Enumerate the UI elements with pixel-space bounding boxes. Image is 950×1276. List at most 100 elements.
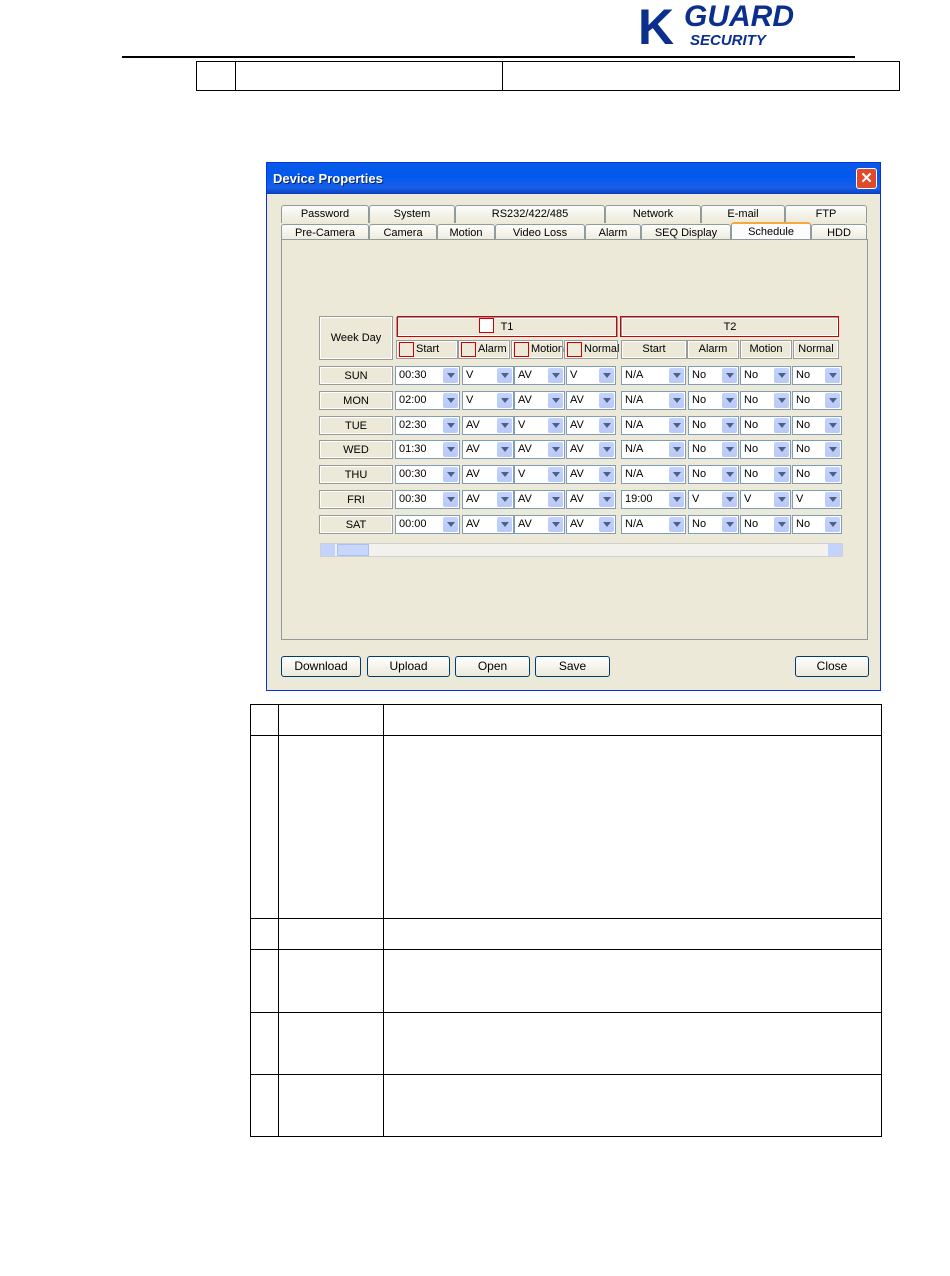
- t1-alarm-select-sun[interactable]: V: [462, 366, 514, 385]
- t1-alarm-select-mon[interactable]: V: [462, 390, 514, 410]
- t1-normal-select-mon[interactable]: AV: [566, 390, 616, 410]
- t2-normal-select-sat[interactable]: No: [792, 514, 842, 534]
- chevron-down-icon[interactable]: [497, 417, 512, 433]
- t1-normal-select-sun[interactable]: V: [566, 366, 616, 385]
- chevron-down-icon[interactable]: [774, 368, 789, 383]
- t1-normal-select-wed[interactable]: AV: [566, 440, 616, 460]
- t1-motion-select-thu[interactable]: V: [514, 465, 565, 485]
- chevron-down-icon[interactable]: [443, 368, 458, 383]
- t2-normal-select-sun[interactable]: No: [792, 366, 842, 385]
- chevron-down-icon[interactable]: [548, 516, 563, 532]
- t2-motion-select-mon[interactable]: No: [740, 390, 791, 410]
- t1-normal-select-thu[interactable]: AV: [566, 465, 616, 485]
- t2-normal-select-mon[interactable]: No: [792, 390, 842, 410]
- chevron-down-icon[interactable]: [669, 516, 684, 532]
- chevron-down-icon[interactable]: [548, 442, 563, 458]
- tab-system[interactable]: System: [369, 205, 455, 223]
- chevron-down-icon[interactable]: [722, 492, 737, 507]
- chevron-down-icon[interactable]: [497, 392, 512, 408]
- chevron-down-icon[interactable]: [825, 442, 840, 458]
- chevron-down-icon[interactable]: [443, 467, 458, 483]
- chevron-down-icon[interactable]: [669, 467, 684, 483]
- t1-start-select-thu[interactable]: 00:30: [395, 465, 460, 485]
- chevron-down-icon[interactable]: [825, 368, 840, 383]
- close-icon[interactable]: ✕: [856, 168, 877, 189]
- t2-start-select-mon[interactable]: N/A: [621, 390, 686, 410]
- chevron-down-icon[interactable]: [669, 417, 684, 433]
- download-button[interactable]: Download: [281, 656, 361, 677]
- t2-start-select-fri[interactable]: 19:00: [621, 490, 686, 509]
- chevron-down-icon[interactable]: [722, 467, 737, 483]
- chevron-down-icon[interactable]: [497, 442, 512, 458]
- tab-network[interactable]: Network: [605, 205, 701, 223]
- chevron-down-icon[interactable]: [774, 392, 789, 408]
- chevron-down-icon[interactable]: [722, 417, 737, 433]
- chevron-down-icon[interactable]: [497, 492, 512, 507]
- t1-alarm-select-fri[interactable]: AV: [462, 490, 514, 509]
- chevron-down-icon[interactable]: [599, 442, 614, 458]
- chevron-down-icon[interactable]: [599, 368, 614, 383]
- t2-start-select-wed[interactable]: N/A: [621, 440, 686, 460]
- chevron-down-icon[interactable]: [669, 392, 684, 408]
- t2-normal-select-wed[interactable]: No: [792, 440, 842, 460]
- t1-normal-select-tue[interactable]: AV: [566, 415, 616, 435]
- t1-alarm-select-wed[interactable]: AV: [462, 440, 514, 460]
- t2-start-select-sat[interactable]: N/A: [621, 514, 686, 534]
- open-button[interactable]: Open: [455, 656, 530, 677]
- chevron-down-icon[interactable]: [443, 442, 458, 458]
- tab-rs232-422-485[interactable]: RS232/422/485: [455, 205, 605, 223]
- t2-alarm-select-sun[interactable]: No: [688, 366, 739, 385]
- chevron-down-icon[interactable]: [443, 492, 458, 507]
- t2-alarm-select-sat[interactable]: No: [688, 514, 739, 534]
- chevron-down-icon[interactable]: [443, 516, 458, 532]
- t1-normal-select-sat[interactable]: AV: [566, 514, 616, 534]
- chevron-down-icon[interactable]: [497, 467, 512, 483]
- t2-alarm-select-thu[interactable]: No: [688, 465, 739, 485]
- chevron-down-icon[interactable]: [548, 492, 563, 507]
- t2-alarm-select-mon[interactable]: No: [688, 390, 739, 410]
- t1-motion-select-sun[interactable]: AV: [514, 366, 565, 385]
- t2-start-select-sun[interactable]: N/A: [621, 366, 686, 385]
- close-button[interactable]: Close: [795, 656, 869, 677]
- chevron-down-icon[interactable]: [722, 368, 737, 383]
- save-button[interactable]: Save: [535, 656, 610, 677]
- chevron-down-icon[interactable]: [548, 392, 563, 408]
- chevron-down-icon[interactable]: [774, 516, 789, 532]
- chevron-down-icon[interactable]: [599, 467, 614, 483]
- horizontal-scrollbar[interactable]: [320, 543, 843, 557]
- tab-password[interactable]: Password: [281, 205, 369, 223]
- chevron-down-icon[interactable]: [443, 417, 458, 433]
- t1-motion-select-mon[interactable]: AV: [514, 390, 565, 410]
- scroll-left-icon[interactable]: [321, 544, 335, 556]
- t2-start-select-thu[interactable]: N/A: [621, 465, 686, 485]
- chevron-down-icon[interactable]: [669, 492, 684, 507]
- t1-start-select-sun[interactable]: 00:30: [395, 366, 460, 385]
- chevron-down-icon[interactable]: [497, 368, 512, 383]
- chevron-down-icon[interactable]: [599, 492, 614, 507]
- tab-e-mail[interactable]: E-mail: [701, 205, 785, 223]
- t2-alarm-select-fri[interactable]: V: [688, 490, 739, 509]
- chevron-down-icon[interactable]: [599, 516, 614, 532]
- chevron-down-icon[interactable]: [548, 368, 563, 383]
- t2-alarm-select-tue[interactable]: No: [688, 415, 739, 435]
- chevron-down-icon[interactable]: [443, 392, 458, 408]
- chevron-down-icon[interactable]: [497, 516, 512, 532]
- t2-motion-select-sat[interactable]: No: [740, 514, 791, 534]
- t1-motion-select-tue[interactable]: V: [514, 415, 565, 435]
- chevron-down-icon[interactable]: [599, 392, 614, 408]
- chevron-down-icon[interactable]: [669, 368, 684, 383]
- t1-normal-select-fri[interactable]: AV: [566, 490, 616, 509]
- t2-motion-select-fri[interactable]: V: [740, 490, 791, 509]
- t2-motion-select-wed[interactable]: No: [740, 440, 791, 460]
- chevron-down-icon[interactable]: [825, 392, 840, 408]
- chevron-down-icon[interactable]: [599, 417, 614, 433]
- chevron-down-icon[interactable]: [825, 467, 840, 483]
- chevron-down-icon[interactable]: [774, 417, 789, 433]
- t1-start-select-wed[interactable]: 01:30: [395, 440, 460, 460]
- t1-motion-select-wed[interactable]: AV: [514, 440, 565, 460]
- t2-motion-select-tue[interactable]: No: [740, 415, 791, 435]
- tab-ftp[interactable]: FTP: [785, 205, 867, 223]
- t1-start-select-sat[interactable]: 00:00: [395, 514, 460, 534]
- chevron-down-icon[interactable]: [825, 417, 840, 433]
- chevron-down-icon[interactable]: [722, 392, 737, 408]
